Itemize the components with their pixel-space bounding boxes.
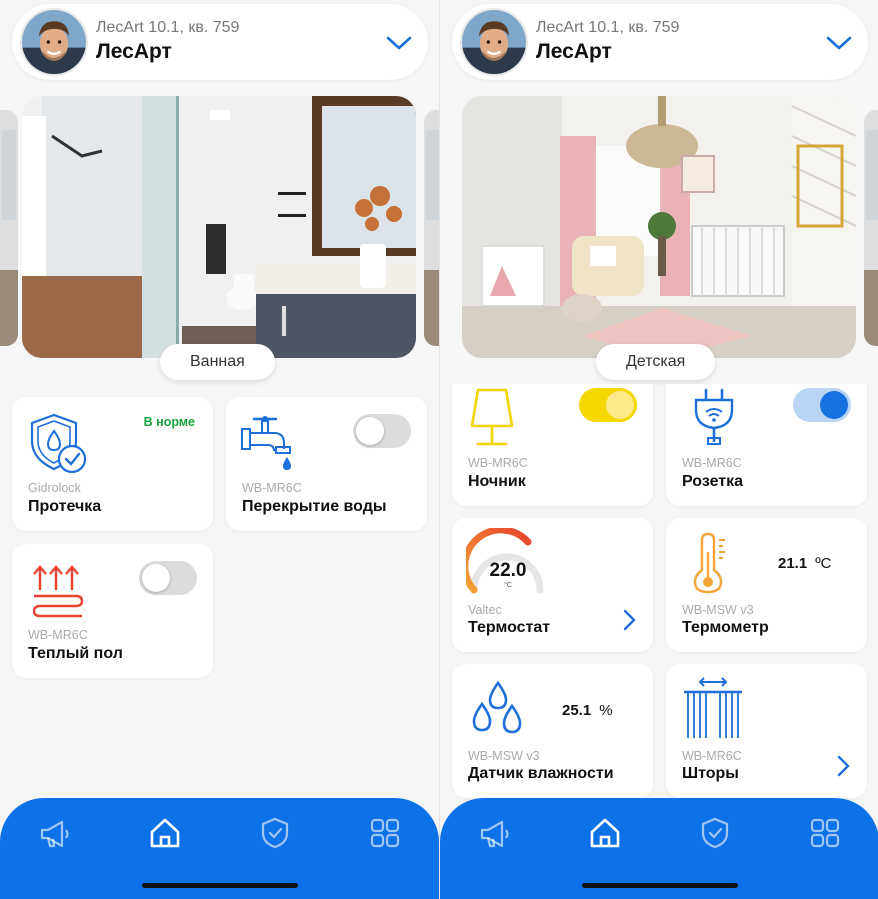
thermometer-icon: [693, 532, 725, 594]
socket-toggle[interactable]: [793, 388, 851, 422]
home-indicator: [582, 883, 738, 888]
grid-icon: [810, 818, 840, 848]
device-card-leak[interactable]: В норме Gidrolock Протечка: [12, 397, 213, 531]
home-indicator: [142, 883, 298, 888]
home-selector[interactable]: ЛесArt 10.1, кв. 759 ЛесАрт: [452, 4, 868, 80]
room-photo-next[interactable]: [864, 110, 878, 346]
room-name-pill[interactable]: Детская: [596, 344, 716, 380]
toggle-knob: [356, 417, 384, 445]
lamp-icon: [470, 388, 514, 446]
thermometer-reading: 21.1 ºC: [778, 555, 832, 572]
floor-heating-icon: [32, 565, 84, 618]
device-name: Протечка: [28, 498, 102, 515]
user-avatar[interactable]: [20, 8, 88, 76]
bottom-tab-bar: [440, 798, 878, 899]
device-name: Ночник: [468, 473, 526, 490]
device-card-socket[interactable]: WB-MR6C Розетка: [666, 384, 867, 506]
humidity-drops-icon: [472, 680, 522, 734]
toggle-knob: [820, 391, 848, 419]
room-photo-nursery[interactable]: [462, 96, 856, 358]
smart-plug-icon: [694, 388, 734, 445]
device-vendor: WB-MSW v3: [468, 749, 540, 763]
device-card-thermometer[interactable]: 21.1 ºC WB-MSW v3 Термометр: [666, 518, 867, 652]
screen-bathroom: ЛесArt 10.1, кв. 759 ЛесАрт Ванная В нор…: [0, 0, 439, 899]
home-icon: [150, 818, 180, 848]
room-name-pill[interactable]: Ванная: [160, 344, 275, 380]
device-card-floor-heating[interactable]: WB-MR6C Теплый пол: [12, 544, 213, 678]
thermostat-unit: °C: [504, 582, 512, 589]
tab-home[interactable]: [588, 816, 622, 850]
device-vendor: WB-MR6C: [468, 456, 528, 470]
device-name: Шторы: [682, 765, 739, 782]
curtains-icon: [684, 677, 742, 738]
tab-news[interactable]: [38, 816, 72, 850]
device-name: Датчик влажности: [468, 765, 614, 782]
chevron-down-icon[interactable]: [384, 28, 414, 58]
device-vendor: Gidrolock: [28, 481, 81, 495]
chevron-right-icon[interactable]: [835, 754, 851, 778]
floor-heating-toggle[interactable]: [139, 561, 197, 595]
screen-nursery: ЛесArt 10.1, кв. 759 ЛесАрт Детская WB-M…: [439, 0, 878, 899]
tab-home[interactable]: [148, 816, 182, 850]
device-name: Термометр: [682, 619, 769, 636]
tab-services[interactable]: [368, 816, 402, 850]
tab-news[interactable]: [478, 816, 512, 850]
room-photo-next[interactable]: [424, 110, 439, 346]
shield-check-icon: [261, 817, 289, 849]
thermometer-value: 21.1: [778, 555, 808, 572]
room-photo-bathroom[interactable]: [22, 96, 416, 358]
megaphone-icon: [40, 820, 69, 848]
home-address: ЛесArt 10.1, кв. 759: [536, 19, 680, 36]
home-name: ЛесАрт: [96, 40, 172, 63]
tab-services[interactable]: [808, 816, 842, 850]
megaphone-icon: [480, 820, 509, 848]
device-vendor: WB-MR6C: [682, 749, 742, 763]
device-name: Розетка: [682, 473, 744, 490]
device-vendor: WB-MSW v3: [682, 603, 754, 617]
thermostat-value: 22.0: [489, 560, 527, 581]
water-valve-toggle[interactable]: [353, 414, 411, 448]
device-vendor: WB-MR6C: [28, 628, 88, 642]
home-address: ЛесArt 10.1, кв. 759: [96, 19, 240, 36]
nightlight-toggle[interactable]: [579, 388, 637, 422]
device-card-nightlight[interactable]: WB-MR6C Ночник: [452, 384, 653, 506]
tab-security[interactable]: [258, 816, 292, 850]
status-badge: В норме: [143, 415, 195, 429]
humidity-value: 25.1: [562, 702, 592, 719]
user-avatar[interactable]: [460, 8, 528, 76]
device-vendor: WB-MR6C: [682, 456, 742, 470]
device-vendor: Valtec: [468, 603, 502, 617]
home-icon: [590, 818, 620, 848]
chevron-down-icon[interactable]: [824, 28, 854, 58]
device-card-humidity[interactable]: 25.1% WB-MSW v3 Датчик влажности: [452, 664, 653, 798]
device-card-thermostat[interactable]: 22.0 °C Valtec Термостат: [452, 518, 653, 652]
home-name: ЛесАрт: [536, 40, 612, 63]
home-selector[interactable]: ЛесArt 10.1, кв. 759 ЛесАрт: [12, 4, 428, 80]
bottom-tab-bar: [0, 798, 439, 899]
shield-check-icon: [701, 817, 729, 849]
device-card-curtains[interactable]: WB-MR6C Шторы: [666, 664, 867, 798]
humidity-unit: %: [599, 702, 613, 719]
chevron-right-icon[interactable]: [621, 608, 637, 632]
device-vendor: WB-MR6C: [242, 481, 302, 495]
room-photo-prev[interactable]: [0, 110, 18, 346]
humidity-reading: 25.1%: [562, 702, 613, 719]
device-name: Теплый пол: [28, 645, 123, 662]
device-name: Перекрытие воды: [242, 498, 387, 515]
water-tap-icon: [241, 416, 291, 470]
grid-icon: [370, 818, 400, 848]
device-name: Термостат: [468, 619, 551, 636]
thermometer-unit: ºC: [815, 555, 832, 572]
toggle-knob: [142, 564, 170, 592]
tab-security[interactable]: [698, 816, 732, 850]
leak-shield-icon: [30, 413, 87, 474]
toggle-knob: [606, 391, 634, 419]
device-card-water-valve[interactable]: WB-MR6C Перекрытие воды: [226, 397, 427, 531]
